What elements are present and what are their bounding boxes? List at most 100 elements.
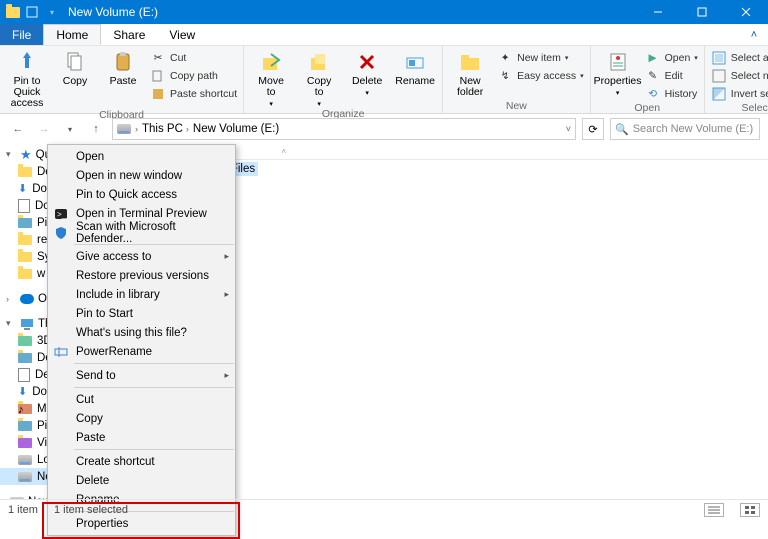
menu-item-open[interactable]: Open [48, 147, 235, 166]
pc-icon [20, 318, 34, 330]
folder-icon [18, 167, 32, 177]
rename-button[interactable]: Rename [394, 48, 436, 87]
open-button[interactable]: ▶Open ▾ [645, 50, 698, 66]
drive-icon [117, 124, 131, 134]
pin-quick-access-button[interactable]: Pin to Quick access [6, 48, 48, 109]
menu-item-scan-with-microsoft-defender[interactable]: Scan with Microsoft Defender... [48, 223, 235, 242]
document-icon [18, 199, 30, 213]
ribbon: Pin to Quick access Copy Paste ✂Cut Copy… [0, 46, 768, 114]
chevron-right-icon: › [135, 124, 138, 134]
up-button[interactable]: ↑ [86, 119, 106, 139]
folder-icon [18, 336, 32, 346]
new-item-icon: ✦ [497, 50, 513, 66]
drive-icon [18, 472, 32, 482]
document-icon [18, 368, 30, 382]
ribbon-tabs: File Home Share View ˄ [0, 24, 768, 46]
pictures-icon [18, 421, 32, 431]
new-folder-button[interactable]: New folder [449, 48, 491, 98]
folder-icon [18, 235, 32, 245]
window-title: New Volume (E:) [68, 5, 158, 19]
ribbon-collapse-icon[interactable]: ˄ [740, 24, 768, 45]
group-label: Open [597, 102, 698, 115]
menu-item-send-to[interactable]: Send to▸ [48, 366, 235, 385]
menu-item-give-access-to[interactable]: Give access to▸ [48, 247, 235, 266]
forward-button[interactable]: → [34, 119, 54, 139]
dropdown-icon[interactable]: ˅ [566, 124, 571, 134]
copy-path-button[interactable]: Copy path [150, 68, 237, 84]
menu-item-what-s-using-this-file[interactable]: What's using this file? [48, 323, 235, 342]
select-none-icon [711, 68, 727, 84]
move-to-button[interactable]: Move to▾ [250, 48, 292, 108]
menu-item-create-shortcut[interactable]: Create shortcut [48, 452, 235, 471]
menu-item-paste[interactable]: Paste [48, 428, 235, 447]
context-menu: OpenOpen in new windowPin to Quick acces… [47, 144, 236, 536]
search-input[interactable]: 🔍 Search New Volume (E:) [610, 118, 760, 140]
tab-share[interactable]: Share [101, 24, 157, 45]
copy-icon [65, 50, 85, 74]
download-icon: ⬇ [18, 385, 27, 398]
scissors-icon: ✂ [150, 50, 166, 66]
folder-icon [18, 269, 32, 279]
menu-item-pin-to-start[interactable]: Pin to Start [48, 304, 235, 323]
back-button[interactable]: ← [8, 119, 28, 139]
close-button[interactable] [724, 0, 768, 24]
column-header[interactable]: ˄ [150, 144, 768, 160]
title-bar: ▾ New Volume (E:) [0, 0, 768, 24]
selected-count: 1 item selected [54, 504, 128, 516]
details-view-button[interactable] [704, 503, 724, 517]
menu-item-delete[interactable]: Delete [48, 471, 235, 490]
menu-item-copy[interactable]: Copy [48, 409, 235, 428]
breadcrumb[interactable]: This PC› [142, 123, 189, 135]
select-all-button[interactable]: Select all [711, 50, 768, 66]
maximize-button[interactable] [680, 0, 724, 24]
paste-button[interactable]: Paste [102, 48, 144, 87]
minimize-button[interactable] [636, 0, 680, 24]
edit-button[interactable]: ✎Edit [645, 68, 698, 84]
menu-item-powerrename[interactable]: PowerRename [48, 342, 235, 361]
easy-access-button[interactable]: ↯Easy access ▾ [497, 68, 583, 84]
copy-to-button[interactable]: Copy to▾ [298, 48, 340, 108]
search-icon: 🔍 [615, 123, 629, 136]
menu-item-open-in-new-window[interactable]: Open in new window [48, 166, 235, 185]
properties-icon [608, 50, 628, 74]
menu-separator [74, 387, 234, 388]
recent-dropdown[interactable]: ▾ [60, 119, 80, 139]
menu-item-pin-to-quick-access[interactable]: Pin to Quick access [48, 185, 235, 204]
star-icon: ★ [20, 147, 32, 163]
refresh-button[interactable]: ⟳ [582, 118, 604, 140]
menu-separator [74, 449, 234, 450]
menu-item-restore-previous-versions[interactable]: Restore previous versions [48, 266, 235, 285]
app-icon [6, 7, 20, 18]
new-item-button[interactable]: ✦New item ▾ [497, 50, 583, 66]
menu-item-cut[interactable]: Cut [48, 390, 235, 409]
nav-row: ← → ▾ ↑ › This PC› New Volume (E:) ˅ ⟳ 🔍… [0, 114, 768, 144]
copy-to-icon [309, 50, 329, 74]
tab-view[interactable]: View [157, 24, 207, 45]
copy-button[interactable]: Copy [54, 48, 96, 87]
shield-icon [53, 225, 69, 241]
cut-button[interactable]: ✂Cut [150, 50, 237, 66]
icons-view-button[interactable] [740, 503, 760, 517]
address-bar[interactable]: › This PC› New Volume (E:) ˅ [112, 118, 576, 140]
delete-button[interactable]: Delete▾ [346, 48, 388, 97]
tab-home[interactable]: Home [43, 24, 101, 45]
menu-item-include-in-library[interactable]: Include in library▸ [48, 285, 235, 304]
videos-icon [18, 438, 32, 448]
breadcrumb[interactable]: New Volume (E:) [193, 123, 279, 135]
folder-icon [18, 252, 32, 262]
file-tab[interactable]: File [0, 24, 43, 45]
file-list-pane[interactable]: ˄ ✓ Secrete Files [150, 144, 768, 499]
easy-access-icon: ↯ [497, 68, 513, 84]
qat-overflow-icon[interactable]: ▾ [44, 4, 60, 20]
history-button[interactable]: ⟲History [645, 86, 698, 102]
pictures-icon [18, 218, 32, 228]
invert-selection-button[interactable]: Invert selection [711, 86, 768, 102]
qat-pin-icon[interactable] [24, 4, 40, 20]
select-all-icon [711, 50, 727, 66]
edit-icon: ✎ [645, 68, 661, 84]
select-none-button[interactable]: Select none [711, 68, 768, 84]
chevron-right-icon: ▸ [224, 289, 229, 300]
onedrive-icon [20, 294, 34, 304]
paste-shortcut-button[interactable]: Paste shortcut [150, 86, 237, 102]
properties-button[interactable]: Properties▾ [597, 48, 639, 97]
